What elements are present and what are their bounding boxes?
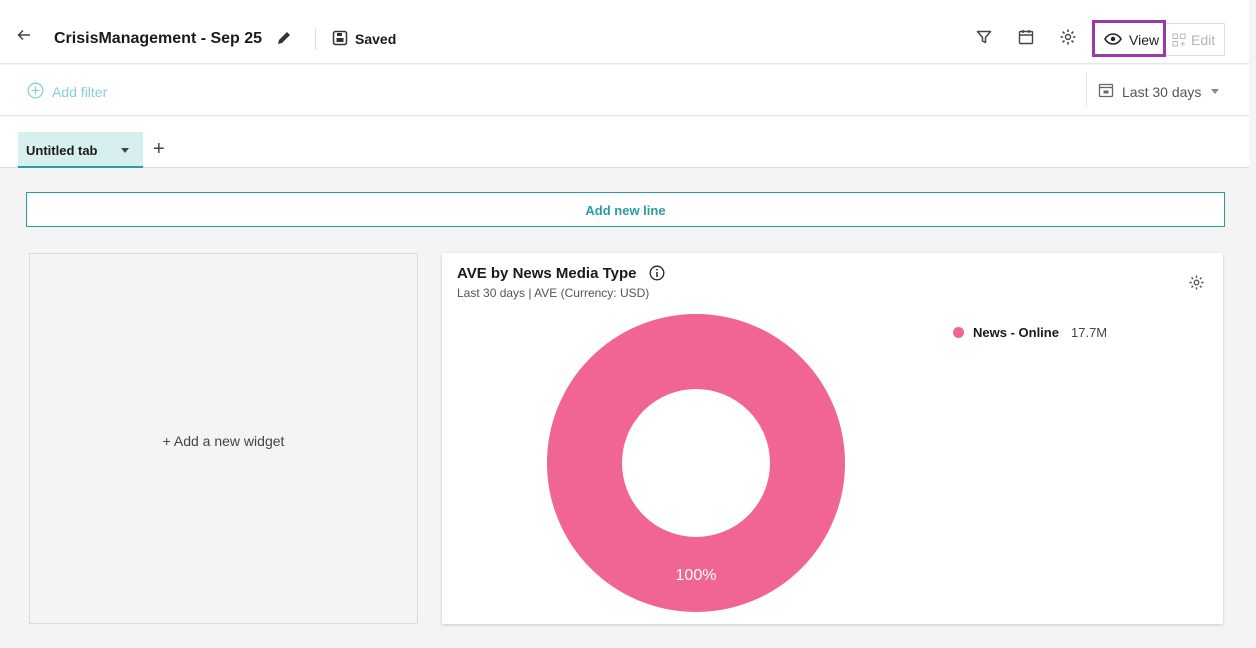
add-new-line-button[interactable]: Add new line: [26, 192, 1225, 227]
add-widget-placeholder[interactable]: + Add a new widget: [29, 253, 418, 624]
add-filter-button[interactable]: Add filter: [52, 84, 107, 100]
legend-marker: [953, 327, 964, 338]
add-widget-label: + Add a new widget: [162, 433, 285, 449]
date-range-select[interactable]: Last 30 days: [1122, 84, 1201, 100]
header-divider: [315, 28, 316, 50]
tab-untitled[interactable]: Untitled tab: [18, 132, 143, 168]
filter-icon[interactable]: [975, 28, 993, 46]
filter-bar: [0, 65, 1249, 116]
pencil-icon[interactable]: [275, 29, 293, 47]
legend-label: News - Online: [973, 325, 1059, 340]
edit-mode-button[interactable]: Edit: [1166, 23, 1225, 56]
saved-status: Saved: [355, 31, 397, 47]
widget-settings-icon[interactable]: [1188, 274, 1205, 291]
dashboard-title: CrisisManagement - Sep 25: [54, 30, 263, 47]
chevron-down-icon[interactable]: [1211, 89, 1219, 94]
eye-icon: [1104, 33, 1122, 45]
calendar-icon[interactable]: [1098, 82, 1114, 98]
add-tab-button[interactable]: +: [153, 139, 165, 159]
tab-menu-chevron-icon[interactable]: [121, 148, 129, 153]
save-icon: [332, 30, 348, 46]
filter-divider: [1086, 72, 1087, 108]
donut-chart: 100%: [547, 314, 845, 612]
widget-grid-icon: [1172, 33, 1186, 47]
gear-icon[interactable]: [1059, 28, 1077, 46]
legend-value: 17.7M: [1071, 325, 1108, 340]
view-mode-button[interactable]: View: [1092, 20, 1166, 57]
calendar-icon[interactable]: [1017, 28, 1035, 46]
plus-circle-icon[interactable]: [27, 82, 44, 99]
edit-label: Edit: [1191, 32, 1216, 48]
tab-bar: [0, 117, 1249, 168]
tab-label: Untitled tab: [26, 143, 98, 158]
view-label: View: [1129, 32, 1160, 48]
widget-subtitle: Last 30 days | AVE (Currency: USD): [457, 286, 650, 300]
widget-title: AVE by News Media Type: [457, 265, 637, 282]
donut-slice[interactable]: [547, 314, 845, 612]
info-icon[interactable]: [649, 265, 665, 281]
add-new-line-label: Add new line: [585, 203, 666, 218]
slice-percent-label: 100%: [676, 567, 717, 584]
back-arrow-icon[interactable]: [17, 28, 31, 42]
